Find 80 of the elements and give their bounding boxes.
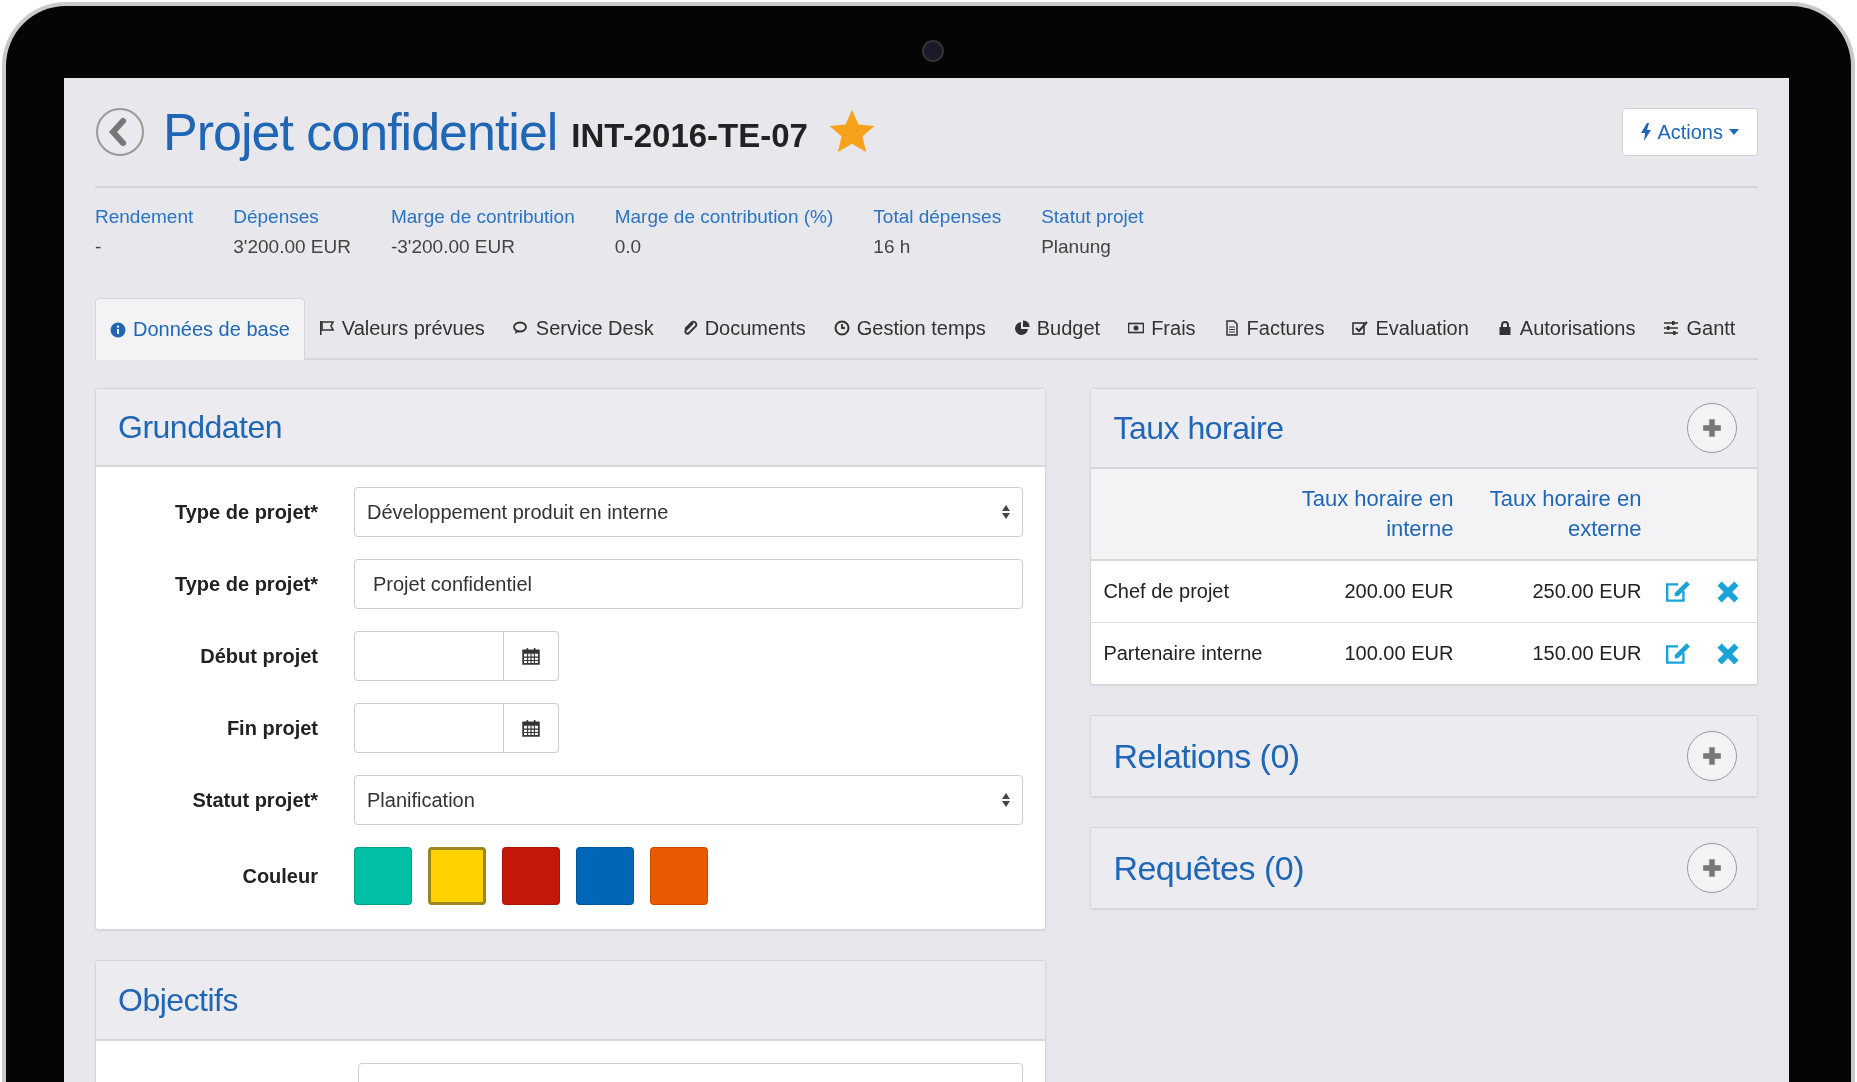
- metric-value: -3'200.00 EUR: [390, 236, 516, 258]
- field-label: Début projet: [199, 644, 319, 668]
- column-header: Taux horaire en externe: [1488, 485, 1642, 543]
- text-field[interactable]: Projet confidentiel: [354, 559, 1024, 609]
- color-swatch[interactable]: [428, 847, 486, 905]
- tab[interactable]: Frais: [1114, 298, 1210, 358]
- select-arrows-icon: [1002, 505, 1011, 519]
- star-icon[interactable]: [829, 110, 874, 154]
- metric-value: 3'200.00 EUR: [233, 236, 351, 258]
- panel-title: Relations (0): [1113, 736, 1300, 776]
- actions-button[interactable]: Actions: [1622, 108, 1758, 156]
- metric-value: 16 h: [873, 236, 912, 258]
- field-label: Couleur: [241, 864, 319, 888]
- flag-icon: [318, 320, 335, 336]
- select-field[interactable]: Planification: [354, 775, 1024, 825]
- field-label: Fin projet: [225, 716, 319, 740]
- add-button[interactable]: [1687, 843, 1737, 893]
- metric-label: Statut projet: [1041, 206, 1144, 228]
- project-code: INT-2016-TE-07: [571, 117, 808, 155]
- checkbox-icon: [1352, 320, 1369, 336]
- select-arrows-icon: [1002, 793, 1011, 807]
- column-header: Taux horaire en interne: [1300, 485, 1454, 543]
- tab[interactable]: Factures: [1209, 298, 1339, 358]
- edit-icon[interactable]: [1665, 641, 1692, 666]
- project-title: Projet confidentiel: [163, 102, 558, 162]
- panel-title: Objectifs: [118, 981, 238, 1019]
- calendar-icon: [522, 719, 540, 737]
- sliders-icon: [1663, 320, 1680, 336]
- tab[interactable]: Budget: [999, 298, 1115, 358]
- tab[interactable]: Service Desk: [498, 298, 668, 358]
- document-icon: [1223, 320, 1240, 336]
- select-field[interactable]: Développement produit en interne: [354, 487, 1024, 537]
- date-field[interactable]: [354, 703, 504, 753]
- calendar-button[interactable]: [504, 631, 559, 681]
- add-button[interactable]: [1687, 403, 1737, 453]
- paperclip-icon: [681, 320, 698, 336]
- tab[interactable]: Gantt: [1649, 298, 1750, 358]
- panel-title: Grunddaten: [118, 408, 282, 446]
- tab[interactable]: Données de base: [95, 298, 305, 360]
- tab[interactable]: Gestion temps: [819, 298, 1000, 358]
- calendar-icon: [522, 647, 540, 665]
- caret-icon: [1729, 129, 1739, 135]
- metric-label: Marge de contribution (%): [614, 206, 834, 228]
- metric-label: Rendement: [95, 206, 194, 228]
- edit-icon[interactable]: [1665, 579, 1692, 604]
- lightning-icon: [1641, 123, 1652, 141]
- plus-icon: [1701, 745, 1723, 767]
- field-label: Type de projet*: [174, 572, 319, 596]
- tab[interactable]: Valeurs prévues: [304, 298, 499, 358]
- table-cell-text: 250.00 EUR: [1531, 580, 1642, 603]
- tab[interactable]: Autorisations: [1482, 298, 1650, 358]
- table-cell-text: Chef de projet: [1103, 580, 1231, 603]
- metric-value: 0.0: [614, 236, 643, 258]
- banknote-icon: [1128, 320, 1145, 336]
- table-cell-text: 100.00 EUR: [1343, 642, 1454, 665]
- clock-icon: [833, 320, 850, 336]
- add-button[interactable]: [1687, 731, 1737, 781]
- metric-label: Total dépenses: [873, 206, 1002, 228]
- metric-label: Marge de contribution: [390, 206, 575, 228]
- camera-icon: [922, 40, 944, 62]
- field-label: Statut projet*: [191, 788, 319, 812]
- chat-icon: [512, 320, 529, 336]
- info-icon: [110, 321, 126, 338]
- metric-value: Planung: [1041, 236, 1112, 258]
- tab[interactable]: Evaluation: [1338, 298, 1483, 358]
- back-icon[interactable]: [95, 107, 145, 157]
- pie-chart-icon: [1013, 320, 1030, 336]
- date-field[interactable]: [354, 631, 504, 681]
- table-cell-text: 150.00 EUR: [1531, 642, 1642, 665]
- plus-icon: [1701, 857, 1723, 879]
- panel-title: Requêtes (0): [1113, 848, 1304, 888]
- calendar-button[interactable]: [504, 703, 559, 753]
- metric-label: Dépenses: [233, 206, 320, 228]
- field-label: Type de projet*: [174, 500, 319, 524]
- table-cell-text: 200.00 EUR: [1343, 580, 1454, 603]
- tab[interactable]: Documents: [667, 298, 820, 358]
- plus-icon: [1701, 417, 1723, 439]
- table-cell-text: Partenaire interne: [1103, 642, 1264, 665]
- metric-value: -: [95, 236, 103, 258]
- panel-title: Taux horaire: [1113, 409, 1284, 447]
